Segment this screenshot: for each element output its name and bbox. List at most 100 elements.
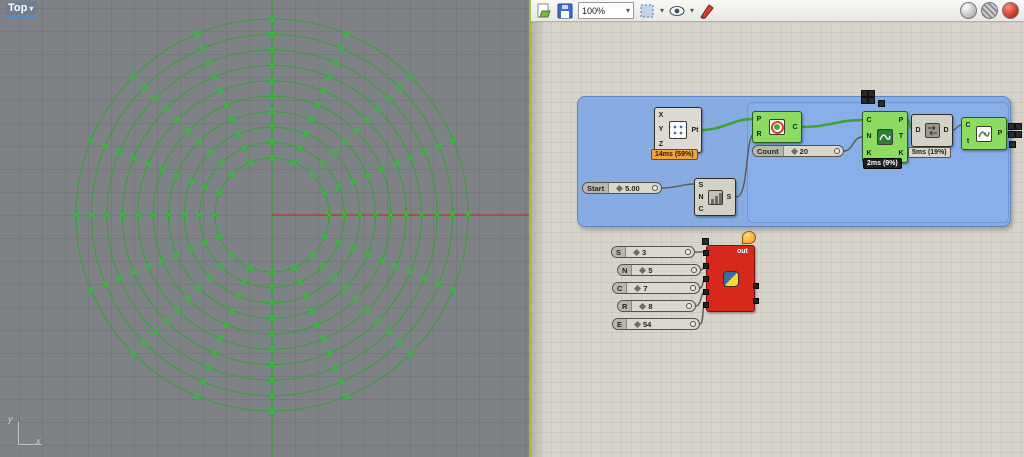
rhino-viewport[interactable]: Top ▾ y x	[0, 0, 529, 457]
input-pin[interactable]: t	[967, 138, 969, 145]
selection-tool-icon[interactable]	[639, 3, 655, 19]
widget-square[interactable]	[868, 97, 875, 104]
outputs: Pt	[689, 108, 701, 152]
divide-curve-component[interactable]: C N K P T K	[862, 111, 908, 163]
input-pin[interactable]: K	[866, 150, 871, 157]
slider-value: 5.00	[625, 183, 640, 193]
slider-handle[interactable]	[634, 284, 642, 292]
slider-handle[interactable]	[616, 184, 624, 192]
script-input-grip[interactable]	[703, 263, 709, 269]
input-pin[interactable]: P	[757, 116, 762, 123]
script-input-grip[interactable]	[703, 289, 709, 295]
input-pin[interactable]: N	[866, 133, 871, 140]
widget-square[interactable]	[868, 90, 875, 97]
output-pin[interactable]: C	[792, 124, 797, 131]
widget-square[interactable]	[861, 90, 868, 97]
script-output-grip[interactable]	[753, 283, 759, 289]
output-pin[interactable]: P	[899, 117, 904, 124]
construct-point-component[interactable]: X Y Z Pt	[654, 107, 702, 153]
slider-output-grip[interactable]	[686, 303, 692, 309]
widget-square[interactable]	[861, 97, 868, 104]
script-input-grip[interactable]	[703, 302, 709, 308]
zoom-select[interactable]: 100% ▾	[578, 2, 634, 19]
slider-output-grip[interactable]	[691, 267, 697, 273]
output-pin[interactable]: T	[899, 133, 903, 140]
inputs: D	[912, 115, 924, 146]
wireframe-preview-icon[interactable]	[981, 2, 998, 19]
open-file-icon[interactable]	[536, 3, 552, 19]
input-pin[interactable]: Z	[659, 141, 663, 148]
input-pin[interactable]: C	[965, 122, 970, 129]
slider-output-grip[interactable]	[690, 285, 696, 291]
preview-eye-icon[interactable]	[669, 3, 685, 19]
profiler-label: 5ms (19%)	[908, 147, 951, 158]
widget-square[interactable]	[1008, 123, 1015, 130]
widget-square[interactable]	[1015, 131, 1022, 138]
widget-square[interactable]	[1009, 141, 1016, 148]
output-pin[interactable]: D	[943, 127, 948, 134]
marker-pen-icon[interactable]	[699, 3, 715, 19]
evaluate-curve-component[interactable]: C t P	[961, 117, 1007, 150]
slider-value: 3	[642, 247, 647, 257]
output-pin[interactable]: S	[727, 194, 732, 201]
slider-output-grip[interactable]	[685, 249, 691, 255]
slider-value: 5	[648, 265, 653, 275]
script-input-grip[interactable]	[703, 276, 709, 282]
input-pin[interactable]: R	[756, 131, 761, 138]
slider-c[interactable]: C 7	[612, 282, 700, 294]
inputs: S N C	[695, 179, 707, 215]
slider-handle[interactable]	[633, 320, 642, 328]
start-slider[interactable]: Start 5.00	[582, 182, 662, 194]
script-component[interactable]	[706, 245, 755, 312]
y-axis-label: y	[8, 414, 13, 424]
slider-output-grip[interactable]	[690, 321, 696, 327]
chevron-down-icon[interactable]: ▾	[690, 6, 694, 15]
script-input-grip[interactable]	[703, 250, 709, 256]
input-pin[interactable]: D	[915, 127, 920, 134]
input-pin[interactable]: X	[659, 112, 664, 119]
input-pin[interactable]: Y	[659, 126, 664, 133]
shaded-preview-icon[interactable]	[960, 2, 977, 19]
gh-canvas[interactable]	[531, 22, 1024, 457]
output-pin[interactable]: K	[898, 150, 903, 157]
input-pin[interactable]: C	[866, 117, 871, 124]
y-axis-line	[18, 422, 19, 444]
series-component[interactable]: S N C S	[694, 178, 736, 216]
circle-component[interactable]: P R C	[752, 111, 802, 143]
save-icon[interactable]	[557, 3, 573, 19]
script-output-pin[interactable]: out	[737, 248, 748, 255]
evaluate-curve-icon	[976, 125, 992, 142]
output-pin[interactable]: P	[998, 130, 1003, 137]
widget-square[interactable]	[878, 100, 885, 107]
slider-label: C	[613, 283, 628, 293]
widget-square[interactable]	[1015, 123, 1022, 130]
divide-curve-icon	[877, 129, 893, 145]
slider-output-grip[interactable]	[834, 148, 840, 154]
slider-e[interactable]: E 54	[612, 318, 700, 330]
input-pin[interactable]: C	[698, 206, 703, 213]
input-pin[interactable]: N	[698, 194, 703, 201]
slider-label: Count	[753, 146, 784, 156]
slider-s[interactable]: S 3	[611, 246, 695, 258]
slider-value: 54	[643, 319, 652, 329]
input-pin[interactable]: S	[699, 182, 704, 189]
widget-square[interactable]	[1008, 131, 1015, 138]
chevron-down-icon[interactable]: ▾	[660, 6, 664, 15]
script-output-grip[interactable]	[753, 298, 759, 304]
widget-square[interactable]	[702, 238, 709, 245]
slider-r[interactable]: R 8	[617, 300, 696, 312]
output-pin[interactable]: Pt	[692, 127, 699, 134]
slider-handle[interactable]	[632, 248, 641, 256]
slider-output-grip[interactable]	[652, 185, 658, 191]
slider-handle[interactable]	[639, 266, 647, 274]
viewport-title[interactable]: Top ▾	[5, 2, 37, 17]
count-slider[interactable]: Count 20	[752, 145, 844, 157]
app-window: Top ▾ y x 100% ▾ ▾ ▾ X Y Z Pt 14ms (59%)…	[0, 0, 1024, 457]
dispatch-component[interactable]: D D	[911, 114, 953, 147]
slider-handle[interactable]	[639, 302, 647, 310]
slider-handle[interactable]	[790, 147, 798, 155]
chevron-down-icon: ▾	[625, 6, 630, 15]
no-preview-icon[interactable]	[1002, 2, 1019, 19]
slider-n[interactable]: N 5	[617, 264, 701, 276]
warning-balloon-icon[interactable]	[742, 231, 756, 244]
